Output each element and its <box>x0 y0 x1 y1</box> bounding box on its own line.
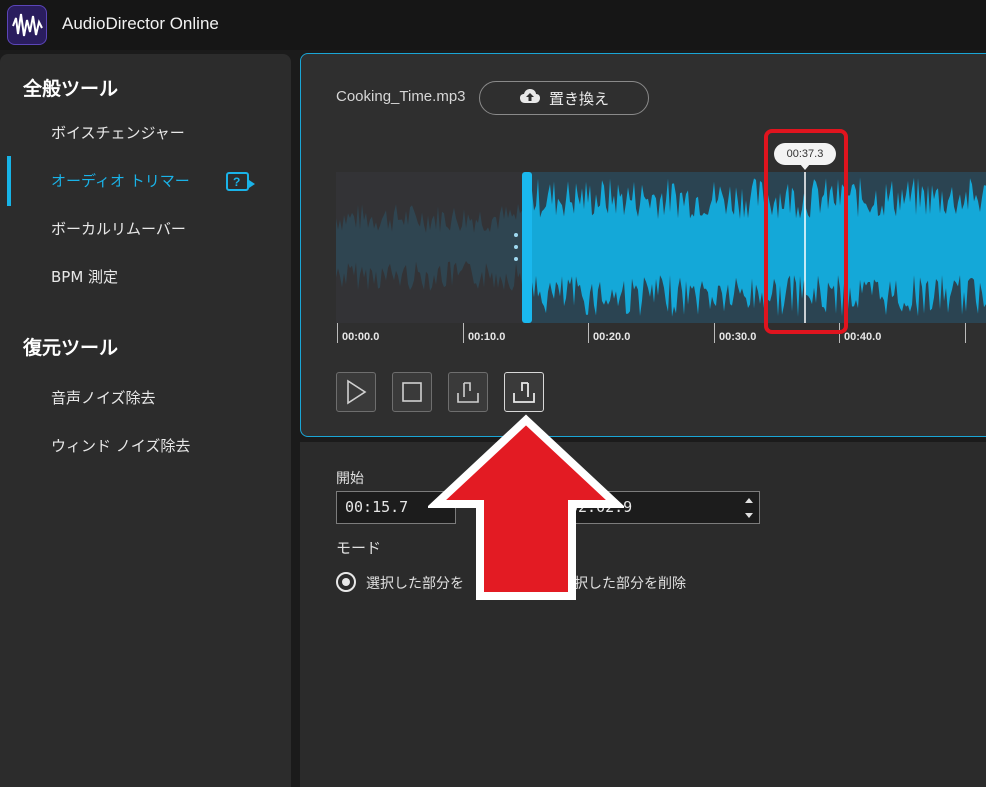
sidebar <box>0 54 291 787</box>
replace-label: 置き換え <box>548 89 609 108</box>
annotation-highlight-box <box>764 129 848 334</box>
set-end-button[interactable] <box>504 372 544 412</box>
ruler-tick <box>965 323 966 343</box>
sidebar-item-vocal-remover[interactable]: ボーカルリムーバー <box>51 216 186 242</box>
active-indicator <box>7 156 11 206</box>
stop-icon <box>402 382 422 402</box>
ruler-tick <box>337 323 338 343</box>
sidebar-item-wind-noise[interactable]: ウィンド ノイズ除去 <box>51 433 190 459</box>
ruler-label: 00:20.0 <box>593 331 631 343</box>
waveform-logo-icon <box>7 5 47 45</box>
replace-button[interactable]: 置き換え <box>479 81 649 115</box>
ruler-label: 00:30.0 <box>719 331 757 343</box>
set-start-button[interactable] <box>448 372 488 412</box>
mark-start-icon <box>457 382 479 403</box>
svg-text:?: ? <box>233 175 240 189</box>
handle-grip-dot <box>514 257 518 261</box>
handle-grip-dot <box>514 233 518 237</box>
mode-label: モード <box>336 539 382 557</box>
play-icon <box>347 379 367 405</box>
waveform-unselected <box>336 203 524 291</box>
sidebar-item-audio-trimmer[interactable]: オーディオ トリマー <box>51 168 190 194</box>
file-name: Cooking_Time.mp3 <box>336 88 466 105</box>
annotation-arrow <box>428 414 624 600</box>
cloud-upload-icon <box>519 88 541 108</box>
sidebar-group-general: 全般ツール <box>23 78 119 100</box>
waveform[interactable] <box>336 172 986 323</box>
ruler-label: 00:40.0 <box>844 331 882 343</box>
play-button[interactable] <box>336 372 376 412</box>
sidebar-item-voice-changer[interactable]: ボイスチェンジャー <box>51 120 185 146</box>
ruler-label: 00:10.0 <box>468 331 506 343</box>
ruler-tick <box>463 323 464 343</box>
sidebar-item-bpm[interactable]: BPM 測定 <box>51 264 118 290</box>
mode-keep-radio[interactable] <box>336 572 356 592</box>
sidebar-group-restore: 復元ツール <box>23 337 119 359</box>
stop-button[interactable] <box>392 372 432 412</box>
ruler-label: 00:00.0 <box>342 331 380 343</box>
end-time-spinner[interactable] <box>744 495 754 521</box>
app-title: AudioDirector Online <box>62 14 219 33</box>
handle-grip-dot <box>514 245 518 249</box>
start-label: 開始 <box>336 471 364 487</box>
help-video-icon[interactable]: ? <box>226 171 256 193</box>
ruler-tick <box>714 323 715 343</box>
title-bar: AudioDirector Online <box>0 0 986 50</box>
ruler-tick <box>588 323 589 343</box>
sidebar-item-noise-removal[interactable]: 音声ノイズ除去 <box>51 385 156 411</box>
mark-end-icon <box>513 382 535 403</box>
trim-start-handle[interactable] <box>522 172 532 323</box>
time-ruler: 00:00.0 00:10.0 00:20.0 00:30.0 00:40.0 <box>336 323 986 349</box>
